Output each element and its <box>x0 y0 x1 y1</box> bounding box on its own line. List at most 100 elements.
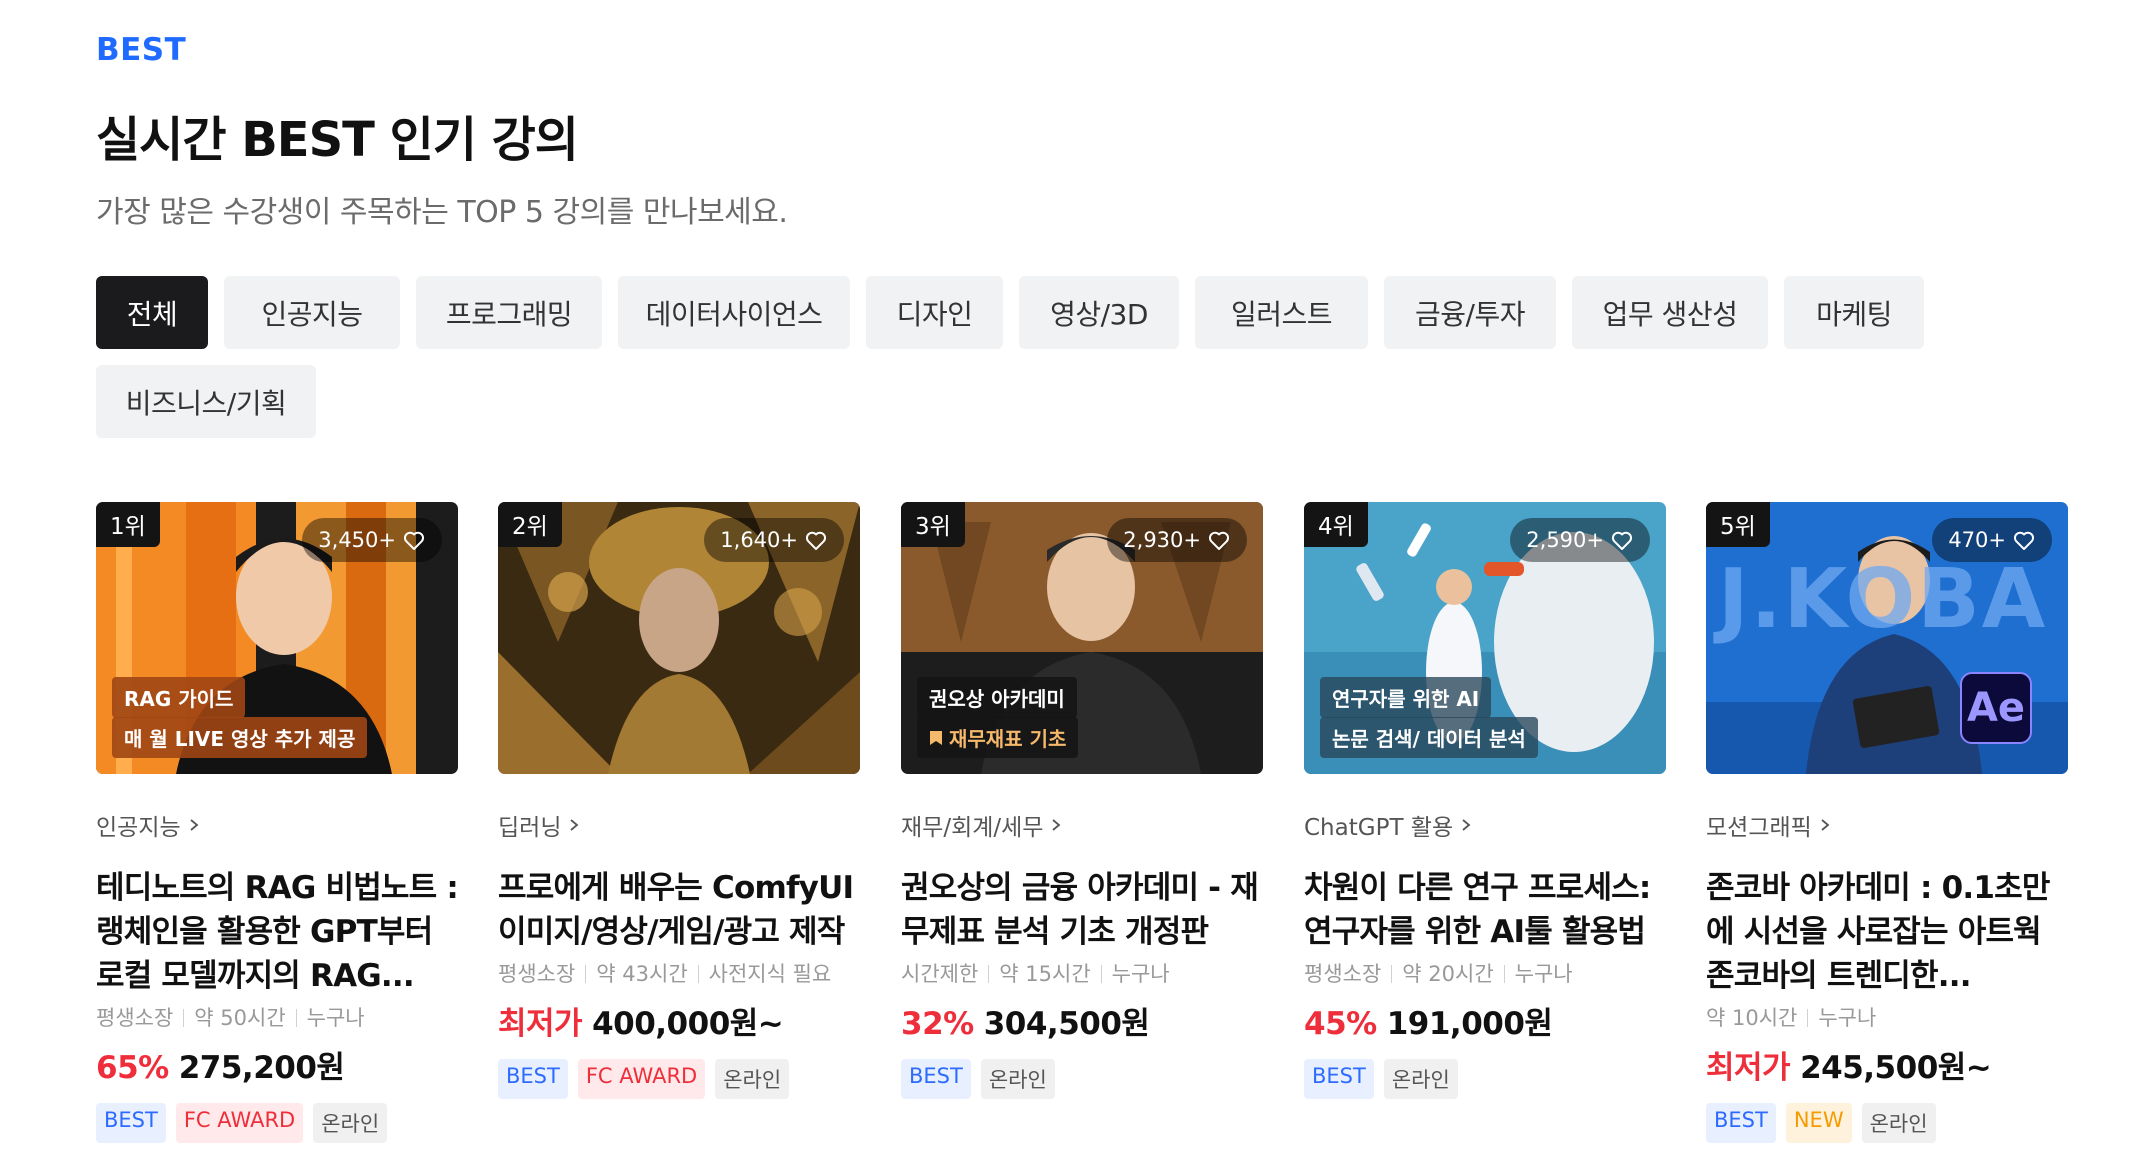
tab-all[interactable]: 전체 <box>96 276 208 349</box>
category-label: 인공지능 <box>96 815 181 841</box>
course-card-1[interactable]: 1위 3,450+ RAG 가이드 매 월 LIVE 영상 추가 제공 인공지능… <box>96 502 458 1143</box>
course-meta: 평생소장 약 50시간 누구나 <box>96 1002 458 1032</box>
course-title[interactable]: 차원이 다른 연구 프로세스: 연구자를 위한 AI툴 활용법 <box>1304 866 1666 954</box>
meta-item: 누구나 <box>306 1006 365 1030</box>
discount-rate: 45% <box>1304 1006 1377 1042</box>
meta-item: 평생소장 <box>1304 962 1382 986</box>
like-button[interactable]: 470+ <box>1932 518 2052 562</box>
tag-online: 온라인 <box>1861 1103 1936 1143</box>
tab-business[interactable]: 비즈니스/기획 <box>96 365 316 438</box>
heart-icon <box>1208 531 1230 550</box>
course-meta: 약 10시간 누구나 <box>1706 1002 2068 1032</box>
meta-item: 약 10시간 <box>1706 1006 1798 1030</box>
chevron-right-icon <box>1052 819 1061 831</box>
like-button[interactable]: 3,450+ <box>302 518 442 562</box>
like-count: 470+ <box>1948 528 2006 552</box>
heart-icon <box>2013 531 2035 550</box>
heart-icon <box>1611 531 1633 550</box>
course-title[interactable]: 존코바 아카데미 : 0.1초만에 시선을 사로잡는 아트웍 존코바의 트렌디한… <box>1706 866 2068 998</box>
tab-design[interactable]: 디자인 <box>866 276 1003 349</box>
like-button[interactable]: 2,930+ <box>1107 518 1247 562</box>
tab-programming[interactable]: 프로그래밍 <box>416 276 602 349</box>
course-category[interactable]: 모션그래픽 <box>1706 808 2068 842</box>
tag-online: 온라인 <box>313 1103 388 1143</box>
course-category[interactable]: 재무/회계/세무 <box>901 808 1263 842</box>
chevron-right-icon <box>190 819 199 831</box>
tag-award: FC AWARD <box>577 1059 706 1099</box>
meta-item: 평생소장 <box>498 962 576 986</box>
meta-item: 누구나 <box>1818 1006 1877 1030</box>
tag-best: BEST <box>1706 1103 1776 1143</box>
category-label: 재무/회계/세무 <box>901 815 1044 841</box>
meta-item: 약 15시간 <box>999 962 1091 986</box>
overlay-label: 권오상 아카데미 <box>917 677 1077 718</box>
course-thumbnail-4[interactable]: 4위 2,590+ 연구자를 위한 AI 논문 검색/ 데이터 분석 <box>1304 502 1666 774</box>
meta-item: 사전지식 필요 <box>708 962 832 986</box>
price-value: 245,500원~ <box>1800 1050 1992 1086</box>
bookmark-icon <box>930 730 942 745</box>
tag-best: BEST <box>96 1103 166 1143</box>
like-button[interactable]: 1,640+ <box>704 518 844 562</box>
course-thumbnail-2[interactable]: 2위 1,640+ <box>498 502 860 774</box>
meta-item: 약 43시간 <box>596 962 688 986</box>
page-title: 실시간 BEST 인기 강의 <box>96 112 579 168</box>
heart-icon <box>805 531 827 550</box>
price-value: 400,000원~ <box>592 1006 784 1042</box>
tag-best: BEST <box>1304 1059 1374 1099</box>
tag-online: 온라인 <box>1383 1059 1458 1099</box>
course-tags: BEST 온라인 <box>901 1059 1263 1099</box>
course-tags: BEST FC AWARD 온라인 <box>498 1059 860 1099</box>
course-price: 45% 191,000원 <box>1304 998 1666 1043</box>
overlay-label: 논문 검색/ 데이터 분석 <box>1320 717 1538 758</box>
tag-award: FC AWARD <box>175 1103 304 1143</box>
course-card-3[interactable]: 3위 2,930+ 권오상 아카데미 재무재표 기초 재무/회계/세무 권오상의… <box>901 502 1263 1099</box>
like-count: 2,930+ <box>1123 528 1201 552</box>
course-title[interactable]: 테디노트의 RAG 비법노트 : 랭체인을 활용한 GPT부터 로컬 모델까지의… <box>96 866 458 998</box>
overlay-label: 매 월 LIVE 영상 추가 제공 <box>112 717 368 758</box>
like-button[interactable]: 2,590+ <box>1510 518 1650 562</box>
course-category[interactable]: 딥러닝 <box>498 808 860 842</box>
price-value: 304,500원 <box>983 1006 1150 1042</box>
course-price: 32% 304,500원 <box>901 998 1263 1043</box>
tab-finance[interactable]: 금융/투자 <box>1384 276 1556 349</box>
discount-rate: 최저가 <box>498 1006 583 1042</box>
tag-best: BEST <box>498 1059 568 1099</box>
course-meta: 시간제한 약 15시간 누구나 <box>901 958 1263 988</box>
like-count: 3,450+ <box>318 528 396 552</box>
overlay-label-with-icon: 재무재표 기초 <box>917 717 1079 758</box>
heart-icon <box>403 531 425 550</box>
course-category[interactable]: 인공지능 <box>96 808 458 842</box>
course-title[interactable]: 권오상의 금융 아카데미 - 재무제표 분석 기초 개정판 <box>901 866 1263 954</box>
overlay-label: 재무재표 기초 <box>949 727 1067 751</box>
tab-ai[interactable]: 인공지능 <box>224 276 400 349</box>
rank-badge: 5위 <box>1706 502 1770 547</box>
tab-productivity[interactable]: 업무 생산성 <box>1572 276 1768 349</box>
tab-marketing[interactable]: 마케팅 <box>1784 276 1924 349</box>
course-category[interactable]: ChatGPT 활용 <box>1304 808 1666 842</box>
course-card-5[interactable]: J.KOBA Ae 5위 470+ 모션그래픽 존코바 아카데미 : 0.1초만… <box>1706 502 2068 1143</box>
rank-badge: 4위 <box>1304 502 1368 547</box>
course-thumbnail-1[interactable]: 1위 3,450+ RAG 가이드 매 월 LIVE 영상 추가 제공 <box>96 502 458 774</box>
tag-best: BEST <box>901 1059 971 1099</box>
meta-item: 누구나 <box>1514 962 1573 986</box>
course-thumbnail-5[interactable]: J.KOBA Ae 5위 470+ <box>1706 502 2068 774</box>
tab-data-science[interactable]: 데이터사이언스 <box>618 276 850 349</box>
tag-online: 온라인 <box>715 1059 790 1099</box>
course-meta: 평생소장 약 20시간 누구나 <box>1304 958 1666 988</box>
chevron-right-icon <box>1462 819 1471 831</box>
tag-online: 온라인 <box>980 1059 1055 1099</box>
category-label: 모션그래픽 <box>1706 815 1812 841</box>
tab-illustration[interactable]: 일러스트 <box>1195 276 1368 349</box>
course-thumbnail-3[interactable]: 3위 2,930+ 권오상 아카데미 재무재표 기초 <box>901 502 1263 774</box>
meta-item: 평생소장 <box>96 1006 174 1030</box>
eyebrow-label: BEST <box>96 32 187 68</box>
course-card-2[interactable]: 2위 1,640+ 딥러닝 프로에게 배우는 ComfyUI 이미지/영상/게임… <box>498 502 860 1099</box>
like-count: 1,640+ <box>720 528 798 552</box>
like-count: 2,590+ <box>1526 528 1604 552</box>
page-subtitle: 가장 많은 수강생이 주목하는 TOP 5 강의를 만나보세요. <box>96 195 788 230</box>
discount-rate: 최저가 <box>1706 1050 1791 1086</box>
course-title[interactable]: 프로에게 배우는 ComfyUI 이미지/영상/게임/광고 제작 <box>498 866 860 954</box>
chevron-right-icon <box>570 819 579 831</box>
tab-video-3d[interactable]: 영상/3D <box>1019 276 1179 349</box>
course-card-4[interactable]: 4위 2,590+ 연구자를 위한 AI 논문 검색/ 데이터 분석 ChatG… <box>1304 502 1666 1099</box>
